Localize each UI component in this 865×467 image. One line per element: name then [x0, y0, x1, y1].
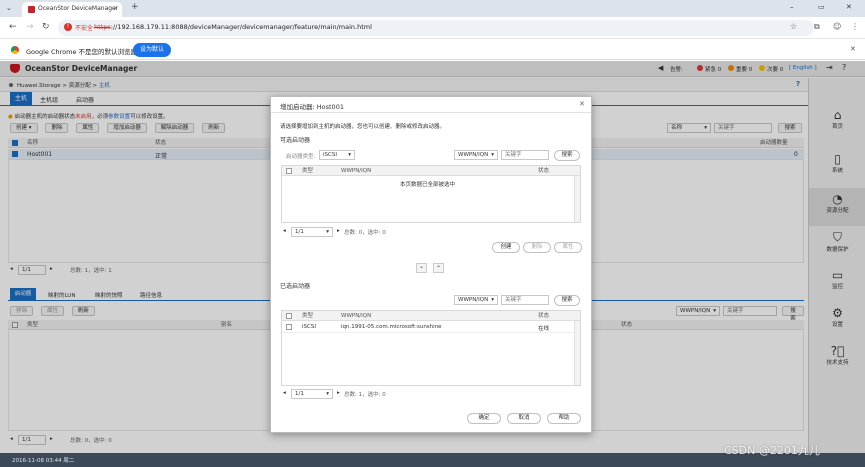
- avail-col-type[interactable]: 类型: [302, 166, 313, 176]
- dialog-close-button[interactable]: ✕: [579, 100, 585, 108]
- url-text: https://192.168.179.11:8088/deviceManage…: [94, 23, 372, 31]
- sel-row-type: iSCSI: [302, 324, 316, 330]
- first-page-icon[interactable]: ◂: [283, 228, 286, 234]
- initiator-type-label: 启动器类型:: [286, 154, 316, 160]
- initiator-type-select[interactable]: iSCSI ▾: [319, 150, 355, 160]
- chevron-down-icon: ▾: [348, 152, 351, 158]
- back-icon[interactable]: ←: [9, 22, 17, 32]
- avail-filter-select[interactable]: WWPN/IQN ▾: [454, 150, 498, 160]
- browser-tab[interactable]: OceanStor DeviceManager ×: [22, 2, 122, 17]
- forward-icon[interactable]: →: [26, 22, 34, 32]
- ok-button[interactable]: 确定: [467, 413, 501, 424]
- table-row[interactable]: iSCSI iqn.1991-05.com.microsoft:sunshine…: [282, 322, 574, 333]
- tab-strip: ⌄ OceanStor DeviceManager × + – ▭ ✕: [0, 0, 865, 17]
- dialog-title: 增加启动器: Host001: [280, 103, 344, 111]
- sel-row-iqn: iqn.1991-05.com.microsoft:sunshine: [341, 324, 442, 330]
- url-rest: ://192.168.179.11:8088/deviceManager/dev…: [110, 23, 372, 31]
- chevron-down-icon: ▾: [491, 297, 494, 303]
- sel-pager: ◂ 1/1 ▾ ▸ 总数: 1，选中: 0: [281, 389, 581, 400]
- window-close-button[interactable]: ✕: [846, 3, 852, 11]
- infobar-close-button[interactable]: ✕: [850, 45, 856, 53]
- avail-table-header: 类型 WWPN/IQN 状态: [282, 166, 580, 176]
- sel-select-all-checkbox[interactable]: [286, 313, 292, 319]
- selected-table: 类型 WWPN/IQN 状态 iSCSI iqn.1991-05.com.mic…: [281, 310, 581, 386]
- chrome-logo-icon: [11, 46, 19, 54]
- available-table: 类型 WWPN/IQN 状态 本页数据已全部被选中: [281, 165, 581, 223]
- status-time: 2016-11-08 03:44 周二: [12, 458, 75, 464]
- help-button[interactable]: 帮助: [547, 413, 581, 424]
- sel-col-type[interactable]: 类型: [302, 311, 313, 321]
- delete-initiator-button[interactable]: 删除: [523, 242, 551, 253]
- sel-row-checkbox[interactable]: [286, 324, 292, 330]
- sel-filter-input[interactable]: [501, 295, 549, 305]
- create-initiator-button[interactable]: 创建: [492, 242, 520, 253]
- avail-search-button[interactable]: 搜索: [554, 150, 580, 161]
- sel-pager-info: 总数: 1，选中: 0: [344, 392, 386, 398]
- menu-icon[interactable]: ⋮: [851, 22, 859, 31]
- dialog-description: 请选择要增加到主机的启动器，您也可以创建、删除或修改启动器。: [280, 124, 446, 130]
- address-toolbar: ← → ↻ ! 不安全 https://192.168.179.11:8088/…: [0, 17, 865, 39]
- avail-scrollbar[interactable]: [574, 176, 580, 222]
- watermark: CSDN @2201九儿: [724, 444, 820, 457]
- new-tab-button[interactable]: +: [131, 2, 139, 12]
- url-scheme: https: [94, 23, 111, 31]
- tab-search-icon[interactable]: ⌄: [6, 4, 12, 12]
- extensions-icon[interactable]: ⧉: [814, 22, 820, 32]
- avail-select-all-checkbox[interactable]: [286, 168, 292, 174]
- initiator-properties-button[interactable]: 属性: [554, 242, 582, 253]
- avail-col-status[interactable]: 状态: [538, 166, 549, 176]
- window-minimize-button[interactable]: –: [790, 3, 794, 11]
- sel-page-select[interactable]: 1/1 ▾: [291, 389, 333, 399]
- selected-title: 已选启动器: [280, 283, 311, 290]
- sel-row-status: 在线: [538, 326, 550, 332]
- avail-filter-input[interactable]: [501, 150, 549, 160]
- sel-col-wwpn[interactable]: WWPN/IQN: [341, 311, 371, 321]
- bookmark-star-icon[interactable]: ☆: [790, 22, 797, 31]
- sel-page-value: 1/1: [295, 391, 304, 397]
- infobar: Google Chrome 不是您的默认浏览器 设为默认 ✕: [0, 40, 865, 60]
- chevron-down-icon: ▾: [491, 152, 494, 158]
- set-default-button[interactable]: 设为默认: [133, 43, 171, 57]
- next-page-icon[interactable]: ▸: [337, 228, 340, 234]
- avail-page-value: 1/1: [295, 229, 304, 235]
- window-maximize-button[interactable]: ▭: [818, 3, 825, 11]
- profile-icon[interactable]: ☺: [833, 22, 841, 31]
- security-label[interactable]: 不安全: [75, 23, 93, 32]
- move-down-button[interactable]: ⌄: [416, 263, 427, 273]
- avail-pager-info: 总数: 0，选中: 0: [344, 230, 386, 236]
- avail-pager: ◂ 1/1 ▾ ▸ 总数: 0，选中: 0: [281, 227, 581, 238]
- first-page-icon[interactable]: ◂: [283, 390, 286, 396]
- reload-icon[interactable]: ↻: [42, 22, 50, 32]
- warning-icon: !: [64, 23, 72, 31]
- empty-message: 本页数据已全部被选中: [400, 182, 456, 188]
- sel-table-header: 类型 WWPN/IQN 状态: [282, 311, 580, 321]
- avail-page-select[interactable]: 1/1 ▾: [291, 227, 333, 237]
- available-title: 可选启动器: [280, 137, 311, 144]
- sel-scrollbar[interactable]: [574, 321, 580, 385]
- chevron-down-icon: ▾: [326, 229, 329, 235]
- dialog-header: 增加启动器: Host001 ✕: [271, 97, 591, 113]
- infobar-text: Google Chrome 不是您的默认浏览器: [26, 48, 138, 56]
- cancel-button[interactable]: 取消: [507, 413, 541, 424]
- chevron-down-icon: ▾: [326, 391, 329, 397]
- initiator-type-value: iSCSI: [323, 152, 337, 158]
- move-up-button[interactable]: ⌃: [433, 263, 444, 273]
- tab-close-icon[interactable]: ×: [113, 5, 118, 12]
- tab-title: OceanStor DeviceManager: [38, 5, 119, 12]
- sel-col-status[interactable]: 状态: [538, 311, 549, 321]
- sel-filter-field: WWPN/IQN: [458, 297, 489, 303]
- add-initiator-dialog: 增加启动器: Host001 ✕ 请选择要增加到主机的启动器，您也可以创建、删除…: [270, 96, 592, 433]
- sel-search-button[interactable]: 搜索: [554, 295, 580, 306]
- next-page-icon[interactable]: ▸: [337, 390, 340, 396]
- favicon-icon: [28, 6, 35, 13]
- sel-filter-select[interactable]: WWPN/IQN ▾: [454, 295, 498, 305]
- avail-col-wwpn[interactable]: WWPN/IQN: [341, 166, 371, 176]
- avail-filter-field: WWPN/IQN: [458, 152, 489, 158]
- address-bar[interactable]: ! 不安全 https://192.168.179.11:8088/device…: [58, 20, 814, 36]
